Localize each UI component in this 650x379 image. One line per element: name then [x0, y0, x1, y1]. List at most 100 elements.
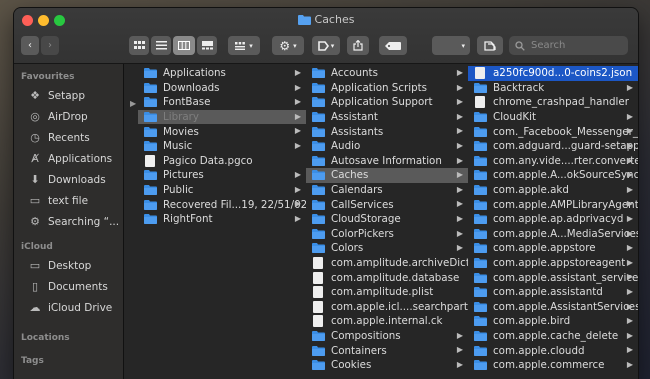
folder-icon — [312, 82, 325, 93]
list-item[interactable]: Colors ▶ — [306, 241, 468, 256]
list-item[interactable]: com.apple.appstore ▶ — [468, 241, 638, 256]
sidebar-section-locations[interactable]: Locations — [14, 330, 123, 346]
item-label: Autosave Information — [331, 154, 442, 167]
search-field[interactable] — [509, 36, 628, 55]
folder-icon — [474, 316, 487, 327]
list-item[interactable]: Compositions ▶ — [306, 329, 468, 344]
list-item[interactable]: com.apple.cache_delete ▶ — [468, 329, 638, 344]
back-button[interactable]: ‹ — [21, 36, 39, 55]
sidebar-item-recents[interactable]: ◷ Recents — [14, 127, 123, 148]
list-item[interactable]: com.apple.internal.ck — [306, 314, 468, 329]
list-item[interactable]: com.amplitude.database — [306, 270, 468, 285]
clock-icon: ◷ — [30, 131, 40, 144]
folder-icon — [474, 287, 487, 298]
list-item[interactable]: com._Facebook_Messenger_ ▶ — [468, 124, 638, 139]
list-item[interactable]: Application Scripts ▶ — [306, 81, 468, 96]
list-item[interactable]: Backtrack ▶ — [468, 81, 638, 96]
path-dropdown[interactable]: ▾ — [432, 36, 470, 55]
list-item[interactable]: Applications ▶ — [138, 66, 306, 81]
list-item[interactable]: Public ▶ — [138, 183, 306, 198]
folder-icon — [474, 258, 487, 269]
folder-icon — [312, 185, 325, 196]
list-item[interactable]: com.amplitude.plist — [306, 285, 468, 300]
list-item[interactable]: CallServices ▶ — [306, 197, 468, 212]
list-item[interactable]: Library ▶ — [138, 109, 306, 125]
list-item[interactable]: com.apple.A...okSourceSync ▶ — [468, 168, 638, 183]
list-item[interactable]: a250fc900d...0-coins2.json — [468, 66, 638, 81]
list-item[interactable]: Assistants ▶ — [306, 124, 468, 139]
list-item[interactable]: com.apple.icl....searchpartyd — [306, 300, 468, 315]
sidebar-section-tags[interactable]: Tags — [14, 353, 123, 369]
sidebar-item-icloud-drive[interactable]: ☁ iCloud Drive — [14, 297, 123, 318]
list-item[interactable]: Movies ▶ — [138, 124, 306, 139]
list-item[interactable]: Caches ▶ — [306, 168, 468, 183]
action-button[interactable]: ⚙ ▾ — [272, 36, 304, 55]
list-item[interactable]: com.apple.bird ▶ — [468, 314, 638, 329]
group-by-button[interactable]: ▾ — [228, 36, 260, 55]
item-label: com.apple.commerce — [493, 359, 605, 372]
list-item[interactable]: FontBase ▶ — [138, 95, 306, 110]
item-label: CloudKit — [493, 111, 537, 124]
list-item[interactable]: Application Support ▶ — [306, 95, 468, 110]
sidebar-item-searching[interactable]: ⚙ Searching “... — [14, 211, 123, 232]
list-item[interactable]: Downloads ▶ — [138, 81, 306, 96]
sidebar-item-desktop[interactable]: ▭ Desktop — [14, 255, 123, 276]
chevron-right-icon: ▶ — [626, 140, 633, 150]
forward-button[interactable]: › — [41, 36, 59, 55]
list-item[interactable]: com.apple.assistant_service ▶ — [468, 270, 638, 285]
preview-button[interactable] — [477, 36, 503, 55]
tag-button[interactable] — [379, 36, 407, 55]
column-view-button[interactable] — [173, 36, 195, 55]
sidebar-item-applications[interactable]: Ⱥ Applications — [14, 148, 123, 169]
list-item[interactable]: Autosave Information ▶ — [306, 154, 468, 169]
sidebar-item-label: Applications — [48, 152, 113, 165]
chevron-down-icon: ▾ — [249, 41, 253, 50]
list-item[interactable]: Pictures ▶ — [138, 168, 306, 183]
list-item[interactable]: com.any.vide....rter.converter ▶ — [468, 154, 638, 169]
list-item[interactable]: CloudKit ▶ — [468, 110, 638, 125]
list-item[interactable]: Music ▶ — [138, 139, 306, 154]
list-item[interactable]: Pagico Data.pgco — [138, 154, 306, 169]
list-item[interactable]: CloudStorage ▶ — [306, 212, 468, 227]
list-item[interactable]: Accounts ▶ — [306, 66, 468, 81]
list-item[interactable]: com.apple.ap.adprivacyd ▶ — [468, 212, 638, 227]
item-label: Audio — [331, 140, 361, 153]
list-item[interactable]: com.apple.A...MediaServices ▶ — [468, 227, 638, 242]
list-item[interactable]: com.amplitude.archiveDict — [306, 256, 468, 271]
search-input[interactable] — [529, 39, 623, 52]
gallery-view-button[interactable] — [197, 36, 217, 55]
list-item[interactable]: com.apple.commerce ▶ — [468, 358, 638, 373]
share-button[interactable] — [347, 36, 369, 55]
chevron-right-icon: ▶ — [626, 243, 633, 253]
item-label: Accounts — [331, 67, 378, 80]
list-item[interactable]: Calendars ▶ — [306, 183, 468, 198]
list-item[interactable]: com.apple.akd ▶ — [468, 183, 638, 198]
edit-tags-button[interactable]: ▾ — [312, 36, 340, 55]
list-item[interactable]: Assistant ▶ — [306, 110, 468, 125]
list-item[interactable]: com.adguard...guard-setapp ▶ — [468, 139, 638, 154]
cloud-icon: ☁ — [29, 301, 41, 314]
list-item[interactable]: chrome_crashpad_handler — [468, 95, 638, 110]
sidebar-item-setapp[interactable]: ❖ Setapp — [14, 85, 123, 106]
list-item[interactable]: com.apple.AssistantServices ▶ — [468, 300, 638, 315]
document-icon — [313, 257, 323, 270]
list-item[interactable]: ColorPickers ▶ — [306, 227, 468, 242]
sidebar-item-downloads[interactable]: ⬇ Downloads — [14, 169, 123, 190]
list-item[interactable]: Audio ▶ — [306, 139, 468, 154]
chevron-right-icon: ▶ — [626, 330, 633, 340]
sidebar-item-text-file[interactable]: ▭ text file — [14, 190, 123, 211]
list-item[interactable]: Containers ▶ — [306, 343, 468, 358]
list-item[interactable]: RightFont ▶ — [138, 212, 306, 227]
icon-view-button[interactable] — [129, 36, 149, 55]
list-view-button[interactable] — [151, 36, 171, 55]
sidebar-item-airdrop[interactable]: ◎ AirDrop — [14, 106, 123, 127]
list-item[interactable]: com.apple.cloudd ▶ — [468, 343, 638, 358]
folder-icon — [144, 199, 157, 210]
list-item[interactable]: Cookies ▶ — [306, 358, 468, 373]
list-item[interactable]: com.apple.assistantd ▶ — [468, 285, 638, 300]
list-item[interactable]: com.apple.AMPLibraryAgent ▶ — [468, 197, 638, 212]
gear-icon: ⚙ — [30, 215, 40, 228]
sidebar-item-documents[interactable]: ▯ Documents — [14, 276, 123, 297]
list-item[interactable]: Recovered Fil...19, 22/51/02 ▶ — [138, 197, 306, 212]
list-item[interactable]: com.apple.appstoreagent ▶ — [468, 256, 638, 271]
